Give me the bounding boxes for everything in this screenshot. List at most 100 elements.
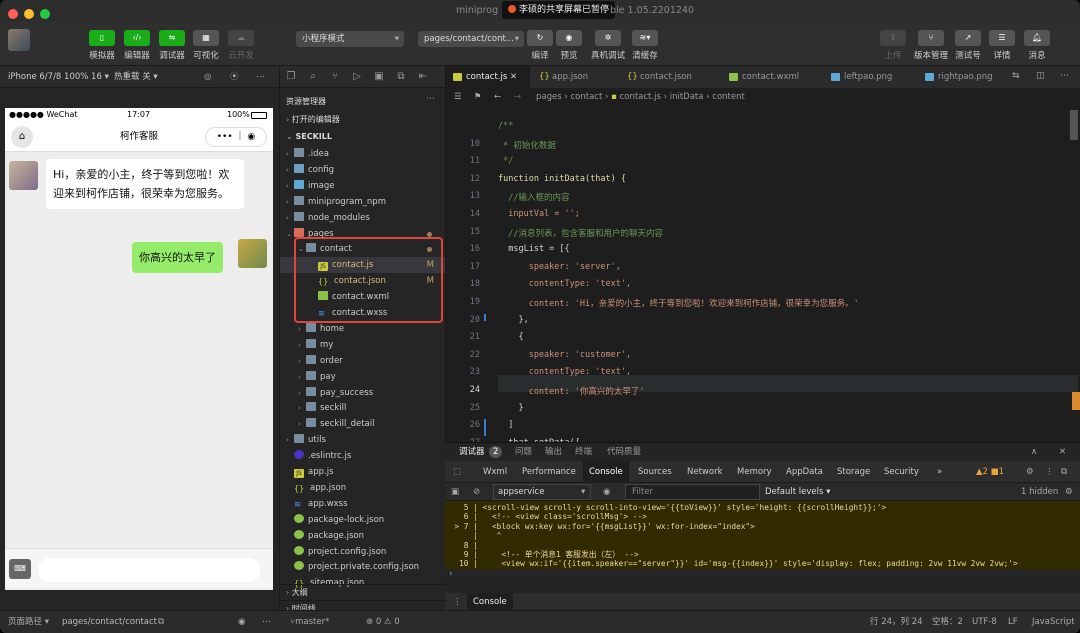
code-line[interactable]: contentType: 'text', <box>498 279 631 289</box>
tab-sources[interactable]: Sources <box>638 461 672 483</box>
simulator-button[interactable]: ▯ 模拟器 <box>85 30 119 61</box>
issue-badges[interactable]: ▲2 ■1 <box>976 461 1004 483</box>
tree-item-idea[interactable]: › .idea <box>280 146 446 162</box>
mode-select[interactable]: 小程序模式 <box>296 31 404 47</box>
tree-item-contact[interactable]: ⌄ contact <box>280 241 446 257</box>
code-line[interactable]: /** <box>498 121 513 131</box>
image-icon[interactable]: ▣ <box>368 66 390 88</box>
tree-item-package-json[interactable]: package.json <box>280 528 446 544</box>
tree-item-config[interactable]: › config <box>280 162 446 178</box>
drawer-menu-icon[interactable]: ⋮ <box>453 593 462 611</box>
tab-contact-js[interactable]: contact.js ✕ <box>446 66 530 88</box>
tab-app-json[interactable]: {} app.json <box>532 66 618 88</box>
kebab-menu-icon[interactable]: ⋮ <box>1045 461 1054 483</box>
tree-item-pay[interactable]: › pay <box>280 369 446 385</box>
code-line[interactable]: } <box>498 403 523 413</box>
tree-item-image[interactable]: › image <box>280 178 446 194</box>
tab-debugger[interactable]: 调试器 <box>459 443 485 461</box>
editor-more-icon[interactable]: ⋯ <box>1060 71 1069 81</box>
cloud-dev-button[interactable]: ☁ 云开发 <box>224 30 258 61</box>
chat-input[interactable] <box>38 558 260 582</box>
sim-stop-icon[interactable]: ◎ <box>204 66 211 88</box>
clear-console-icon[interactable]: ⊘ <box>473 483 480 501</box>
eye-icon[interactable]: ◉ <box>238 611 245 633</box>
cursor-position[interactable]: 行 24，列 24 <box>870 611 923 633</box>
upload-button[interactable]: ⇪ 上传 <box>876 30 910 61</box>
user-avatar[interactable] <box>8 29 30 51</box>
tab-wxml[interactable]: Wxml <box>483 461 507 483</box>
live-expression-icon[interactable]: ◉ <box>603 483 610 501</box>
tab-security[interactable]: Security <box>884 461 919 483</box>
tree-item-order[interactable]: › order <box>280 353 446 369</box>
collapse-panel-icon[interactable]: ∧ <box>1031 443 1037 461</box>
clear-cache-button[interactable]: ≋▾ 清缓存 <box>628 30 662 61</box>
copy-icon[interactable]: ⧉ <box>158 611 164 633</box>
tree-item-contact-js[interactable]: JS contact.js M <box>280 257 446 274</box>
sim-record-icon[interactable]: ⦿ <box>230 66 239 88</box>
code-line[interactable]: msgList = [{ <box>498 244 569 254</box>
compile-page-select[interactable]: pages/contact/cont... <box>418 31 524 47</box>
split-editor-icon[interactable]: ◫ <box>1036 71 1045 81</box>
tab-output[interactable]: 输出 <box>545 443 562 461</box>
tree-item-app-json[interactable]: {} app.json <box>280 480 446 496</box>
page-path-select[interactable]: 页面路径 ▾ <box>8 611 49 633</box>
sim-more-icon[interactable]: ⋯ <box>262 611 271 633</box>
device-select[interactable]: iPhone 6/7/8 100% 16 ▾ <box>8 66 109 88</box>
tree-item-package-lock-json[interactable]: package-lock.json <box>280 512 446 528</box>
code-line[interactable]: content: 'Hi，亲爱的小主，终于等到您啦！欢迎来到柯作店铺，很荣幸为您… <box>498 297 859 309</box>
code-line[interactable]: { <box>498 332 523 342</box>
editor-scrollbar[interactable] <box>1070 110 1078 140</box>
version-management-button[interactable]: ⑂ 版本管理 <box>912 30 950 61</box>
code-line[interactable]: inputVal = ''; <box>498 209 580 219</box>
tab-network[interactable]: Network <box>687 461 723 483</box>
keyboard-icon[interactable]: ⌨ <box>9 559 31 579</box>
tree-item-contact-json[interactable]: {} contact.json M <box>280 273 446 289</box>
tab-leftpao-png[interactable]: leftpao.png <box>824 66 916 88</box>
minimize-window-button[interactable] <box>24 9 34 19</box>
tab-contact-wxml[interactable]: contact.wxml <box>722 66 822 88</box>
preview-button[interactable]: ◉ 预览 <box>552 30 586 61</box>
open-editors-section[interactable]: › 打开的编辑器 <box>280 112 446 128</box>
zoom-window-button[interactable] <box>40 9 50 19</box>
tree-item-eslintrc-js[interactable]: .eslintrc.js <box>280 448 446 464</box>
explorer-more-icon[interactable]: ⋯ <box>426 94 435 104</box>
tree-item-project-private-config-json[interactable]: project.private.config.json <box>280 559 446 575</box>
back-icon[interactable]: ← <box>494 88 501 106</box>
tree-item-pages[interactable]: ⌄ pages <box>280 226 446 242</box>
drawer-tab-console[interactable]: Console <box>467 593 513 611</box>
code-line[interactable]: contentType: 'text', <box>498 367 631 377</box>
log-levels-select[interactable]: Default levels ▾ <box>765 483 830 501</box>
tree-item-miniprogram-npm[interactable]: › miniprogram_npm <box>280 194 446 210</box>
code-line[interactable]: */ <box>498 156 513 166</box>
tab-problems[interactable]: 问题 <box>515 443 532 461</box>
tab-console[interactable]: Console <box>583 461 629 483</box>
details-button[interactable]: ☰ 详情 <box>985 30 1019 61</box>
tab-rightpao-png[interactable]: rightpao.png <box>918 66 1008 88</box>
more-tabs-button[interactable]: » <box>937 461 942 483</box>
debug-icon[interactable]: ▷ <box>346 66 368 88</box>
bookmark-icon[interactable]: ⚑ <box>474 88 482 106</box>
tab-memory[interactable]: Memory <box>737 461 772 483</box>
encoding[interactable]: UTF-8 <box>972 611 997 633</box>
extensions-icon[interactable]: ⧉ <box>390 66 412 88</box>
real-device-debug-button[interactable]: ✲ 真机调试 <box>588 30 628 61</box>
close-window-button[interactable] <box>8 9 18 19</box>
project-section[interactable]: ⌄ SECKILL <box>280 129 446 145</box>
messages-button[interactable]: 🔔︎ 消息 <box>1020 30 1054 61</box>
tab-appdata[interactable]: AppData <box>786 461 823 483</box>
capsule-menu[interactable]: ••• ｜ ◉ <box>205 127 267 147</box>
tab-terminal[interactable]: 终端 <box>575 443 592 461</box>
code-line[interactable]: function initData(that) { <box>498 174 626 184</box>
home-icon[interactable]: ⌂ <box>11 126 33 148</box>
search-icon[interactable]: ⌕ <box>302 66 324 88</box>
outline-section[interactable]: › 大纲 <box>280 584 446 600</box>
tree-item-my[interactable]: › my <box>280 337 446 353</box>
console-settings-icon[interactable]: ⚙ <box>1065 483 1073 501</box>
forward-icon[interactable]: → <box>514 88 521 106</box>
tree-item-seckill-detail[interactable]: › seckill_detail <box>280 416 446 432</box>
tree-item-node-modules[interactable]: › node_modules <box>280 210 446 226</box>
tab-contact-json[interactable]: {} contact.json <box>620 66 720 88</box>
code-line[interactable]: content: '你高兴的太早了' <box>498 385 645 397</box>
settings-icon[interactable]: ⚙ <box>1026 461 1034 483</box>
tree-item-home[interactable]: › home <box>280 321 446 337</box>
